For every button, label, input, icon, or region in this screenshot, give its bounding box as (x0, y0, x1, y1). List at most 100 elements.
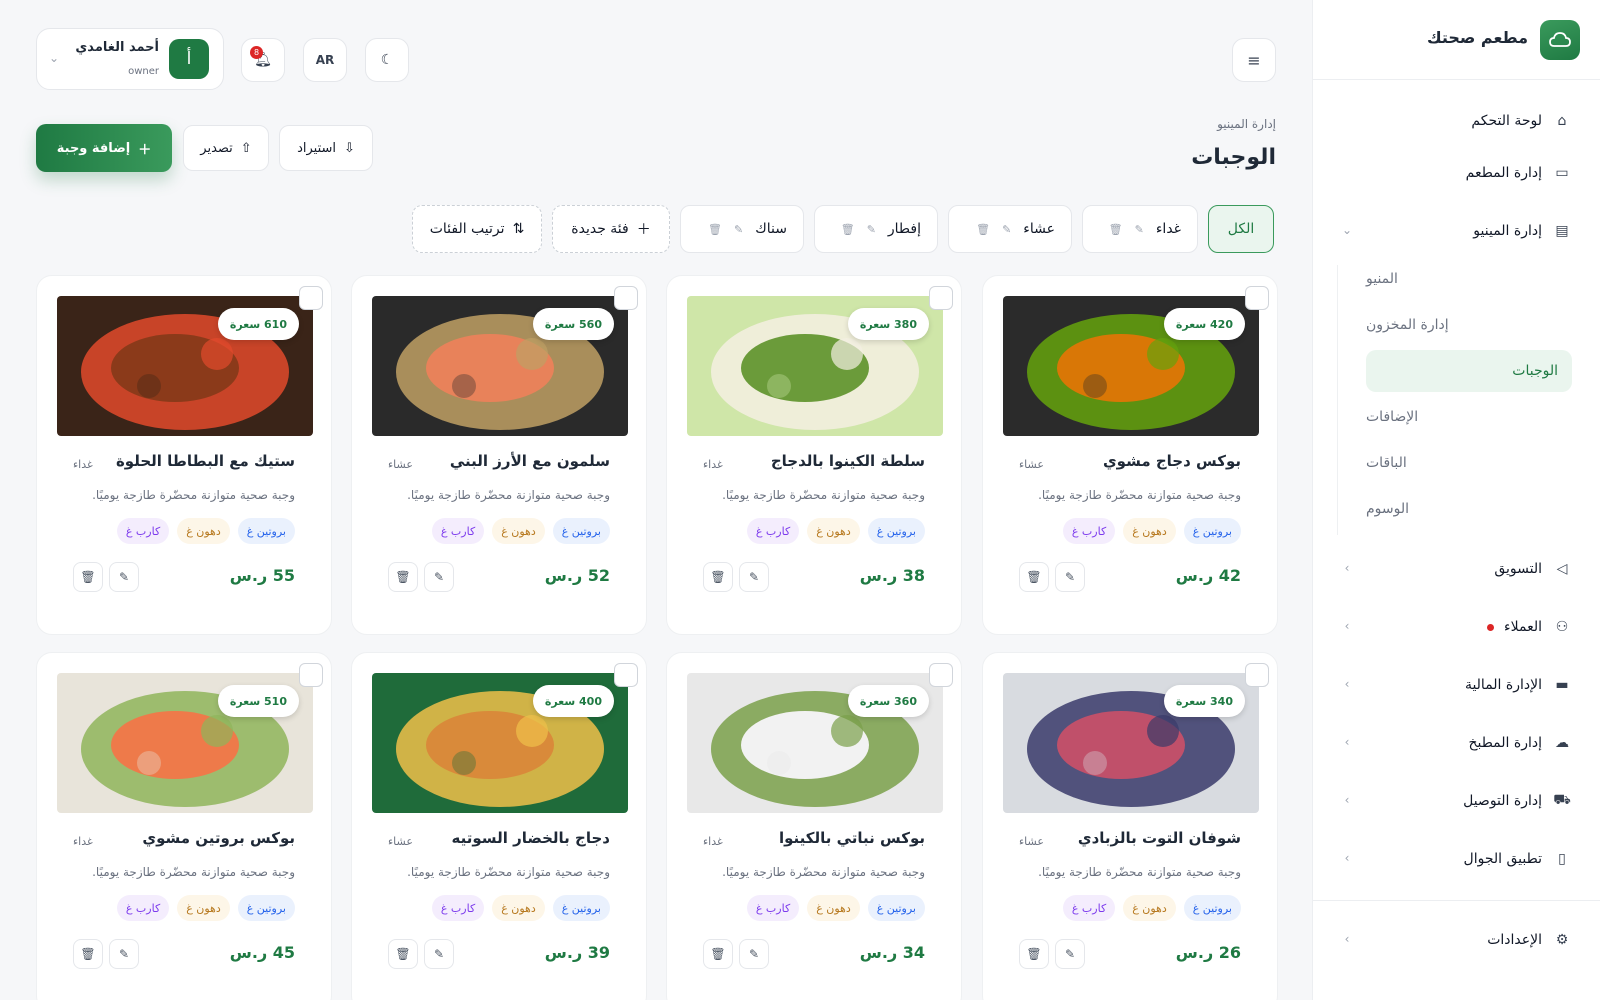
sidebar-item-restaurant[interactable]: إدارة المطعم ▭ (1340, 153, 1572, 193)
meal-description: وجبة صحية متوازنة محضّرة طازجة يوميًا. (407, 488, 610, 502)
user-name: أحمد الغامدي (75, 40, 159, 55)
delete-button[interactable]: 🗑︎ (73, 939, 103, 969)
home-icon: ⌂ (1557, 113, 1567, 129)
category-chip-lunch[interactable]: 🗑︎ ✎ غداء (1082, 205, 1198, 253)
store-icon: ▭ (1555, 165, 1569, 181)
sidebar-item-settings[interactable]: ‹ الإعدادات ⚙ (1340, 920, 1572, 960)
category-chip-dinner[interactable]: 🗑︎ ✎ عشاء (948, 205, 1072, 253)
delete-button[interactable]: 🗑︎ (73, 562, 103, 592)
trash-icon[interactable]: 🗑︎ (1109, 223, 1123, 236)
chevron-left-icon: ‹ (1344, 851, 1350, 865)
notifications-button[interactable]: 🔔︎ 8 (241, 38, 285, 82)
category-chip-breakfast[interactable]: 🗑︎ ✎ إفطار (814, 205, 938, 253)
delete-button[interactable]: 🗑︎ (388, 939, 418, 969)
chevron-left-icon: ‹ (1344, 619, 1350, 633)
category-chip-snack[interactable]: 🗑︎ ✎ سناك (680, 205, 804, 253)
sidebar-item-label: الإدارة المالية (1464, 677, 1542, 693)
notification-dot (1487, 623, 1495, 631)
macro-tags: بروتين غ دهون غ كارب غ (431, 518, 610, 544)
sidebar-item-delivery[interactable]: ‹ إدارة التوصيل ⛟ (1340, 781, 1572, 821)
trash-icon[interactable]: 🗑︎ (841, 223, 855, 236)
delete-button[interactable]: 🗑︎ (703, 939, 733, 969)
pencil-icon[interactable]: ✎ (1135, 223, 1144, 236)
edit-button[interactable]: ✎ (1055, 939, 1085, 969)
chef-hat-icon: ☁ (1555, 735, 1569, 751)
sidebar-item-mobile-app[interactable]: ‹ تطبيق الجوال ▯ (1340, 839, 1572, 879)
import-button[interactable]: استيراد ⇩ (279, 125, 373, 171)
meal-category: غداء (703, 835, 723, 848)
chevron-left-icon: ‹ (1344, 793, 1350, 807)
protein-tag: بروتين غ (1183, 895, 1241, 921)
trash-icon[interactable]: 🗑︎ (708, 223, 722, 236)
protein-tag: بروتين غ (867, 895, 925, 921)
meal-card[interactable]: 360 سعرة بوكس نباتي بالكينوا غداء وجبة صحية… (666, 652, 962, 1000)
submenu-item-meals[interactable]: الوجبات (1366, 350, 1572, 392)
calories-badge: 560 سعرة (532, 308, 614, 340)
submenu-item-packages[interactable]: الباقات (1366, 442, 1572, 484)
select-checkbox[interactable] (1245, 663, 1269, 687)
language-button[interactable]: AR (303, 38, 347, 82)
delete-button[interactable]: 🗑︎ (1019, 562, 1049, 592)
gear-icon: ⚙ (1555, 932, 1569, 948)
submenu-item-menu[interactable]: المنيو (1366, 258, 1572, 300)
edit-button[interactable]: ✎ (109, 562, 139, 592)
select-checkbox[interactable] (299, 286, 323, 310)
moon-icon: ☾ (380, 52, 394, 68)
delete-button[interactable]: 🗑︎ (703, 562, 733, 592)
meal-card[interactable]: 380 سعرة سلطة الكينوا بالدجاج غداء وجبة صحي… (666, 275, 962, 635)
sidebar-item-finance[interactable]: ‹ الإدارة المالية ▬ (1340, 665, 1572, 705)
select-checkbox[interactable] (929, 663, 953, 687)
sidebar-item-customers[interactable]: ‹ العملاء ⚇ (1340, 607, 1572, 647)
user-menu[interactable]: أ أحمد الغامدي owner ⌄ (36, 28, 224, 90)
add-meal-button[interactable]: إضافة وجبة ＋ (36, 124, 172, 172)
trash-icon[interactable]: 🗑︎ (976, 223, 990, 236)
select-checkbox[interactable] (614, 286, 638, 310)
edit-button[interactable]: ✎ (424, 562, 454, 592)
pencil-icon[interactable]: ✎ (734, 223, 743, 236)
delete-button[interactable]: 🗑︎ (1019, 939, 1049, 969)
protein-tag: بروتين غ (237, 895, 295, 921)
meal-card[interactable]: 420 سعرة بوكس دجاج مشوي عشاء وجبة صحية متوا… (982, 275, 1278, 635)
delete-button[interactable]: 🗑︎ (388, 562, 418, 592)
edit-button[interactable]: ✎ (739, 562, 769, 592)
sidebar-item-marketing[interactable]: ‹ التسويق ◁ (1340, 549, 1572, 589)
sidebar-item-dashboard[interactable]: لوحة التحكم ⌂ (1340, 101, 1572, 141)
pencil-icon[interactable]: ✎ (867, 223, 876, 236)
meal-card[interactable]: 560 سعرة سلمون مع الأرز البني عشاء وجبة صحي… (351, 275, 647, 635)
select-checkbox[interactable] (299, 663, 323, 687)
meal-card[interactable]: 400 سعرة دجاج بالخضار السوتيه عشاء وجبة صحي… (351, 652, 647, 1000)
new-category-button[interactable]: فئة جديدة ＋ (552, 205, 670, 253)
submenu-item-tags[interactable]: الوسوم (1366, 488, 1572, 530)
fat-tag: دهون غ (807, 895, 860, 921)
meal-price: 34 ر.س (859, 943, 925, 962)
select-checkbox[interactable] (929, 286, 953, 310)
theme-toggle-button[interactable]: ☾ (365, 38, 409, 82)
edit-button[interactable]: ✎ (424, 939, 454, 969)
export-button[interactable]: تصدير ⇧ (183, 125, 269, 171)
pencil-icon: ✎ (1064, 947, 1076, 961)
macro-tags: بروتين غ دهون غ كارب غ (1062, 895, 1241, 921)
submenu-item-addons[interactable]: الإضافات (1366, 396, 1572, 438)
select-checkbox[interactable] (1245, 286, 1269, 310)
macro-tags: بروتين غ دهون غ كارب غ (746, 895, 925, 921)
meal-category: غداء (703, 458, 723, 471)
menu-toggle-button[interactable]: ≡ (1232, 38, 1276, 82)
pencil-icon[interactable]: ✎ (1002, 223, 1011, 236)
meal-category: عشاء (388, 835, 413, 848)
category-chip-all[interactable]: الكل (1208, 205, 1274, 253)
meal-card[interactable]: 340 سعرة شوفان التوت بالزبادي عشاء وجبة صحي… (982, 652, 1278, 1000)
breadcrumb[interactable]: إدارة المينيو (1217, 117, 1276, 131)
submenu-item-inventory[interactable]: إدارة المخزون (1366, 304, 1572, 346)
sort-categories-button[interactable]: ترتيب الفئات ⇅ (412, 205, 542, 253)
sidebar-item-kitchen[interactable]: ‹ إدارة المطبخ ☁ (1340, 723, 1572, 763)
sidebar-item-menu[interactable]: ⌄ إدارة المينيو ▤ (1340, 211, 1572, 251)
edit-button[interactable]: ✎ (739, 939, 769, 969)
upload-icon: ⇧ (240, 140, 252, 156)
select-checkbox[interactable] (614, 663, 638, 687)
meal-name: سلمون مع الأرز البني (449, 452, 610, 470)
fat-tag: دهون غ (807, 518, 860, 544)
meal-card[interactable]: 610 سعرة ستيك مع البطاطا الحلوة غداء وجبة ص… (36, 275, 332, 635)
edit-button[interactable]: ✎ (109, 939, 139, 969)
edit-button[interactable]: ✎ (1055, 562, 1085, 592)
meal-card[interactable]: 510 سعرة بوكس بروتين مشوي غداء وجبة صحية مت… (36, 652, 332, 1000)
